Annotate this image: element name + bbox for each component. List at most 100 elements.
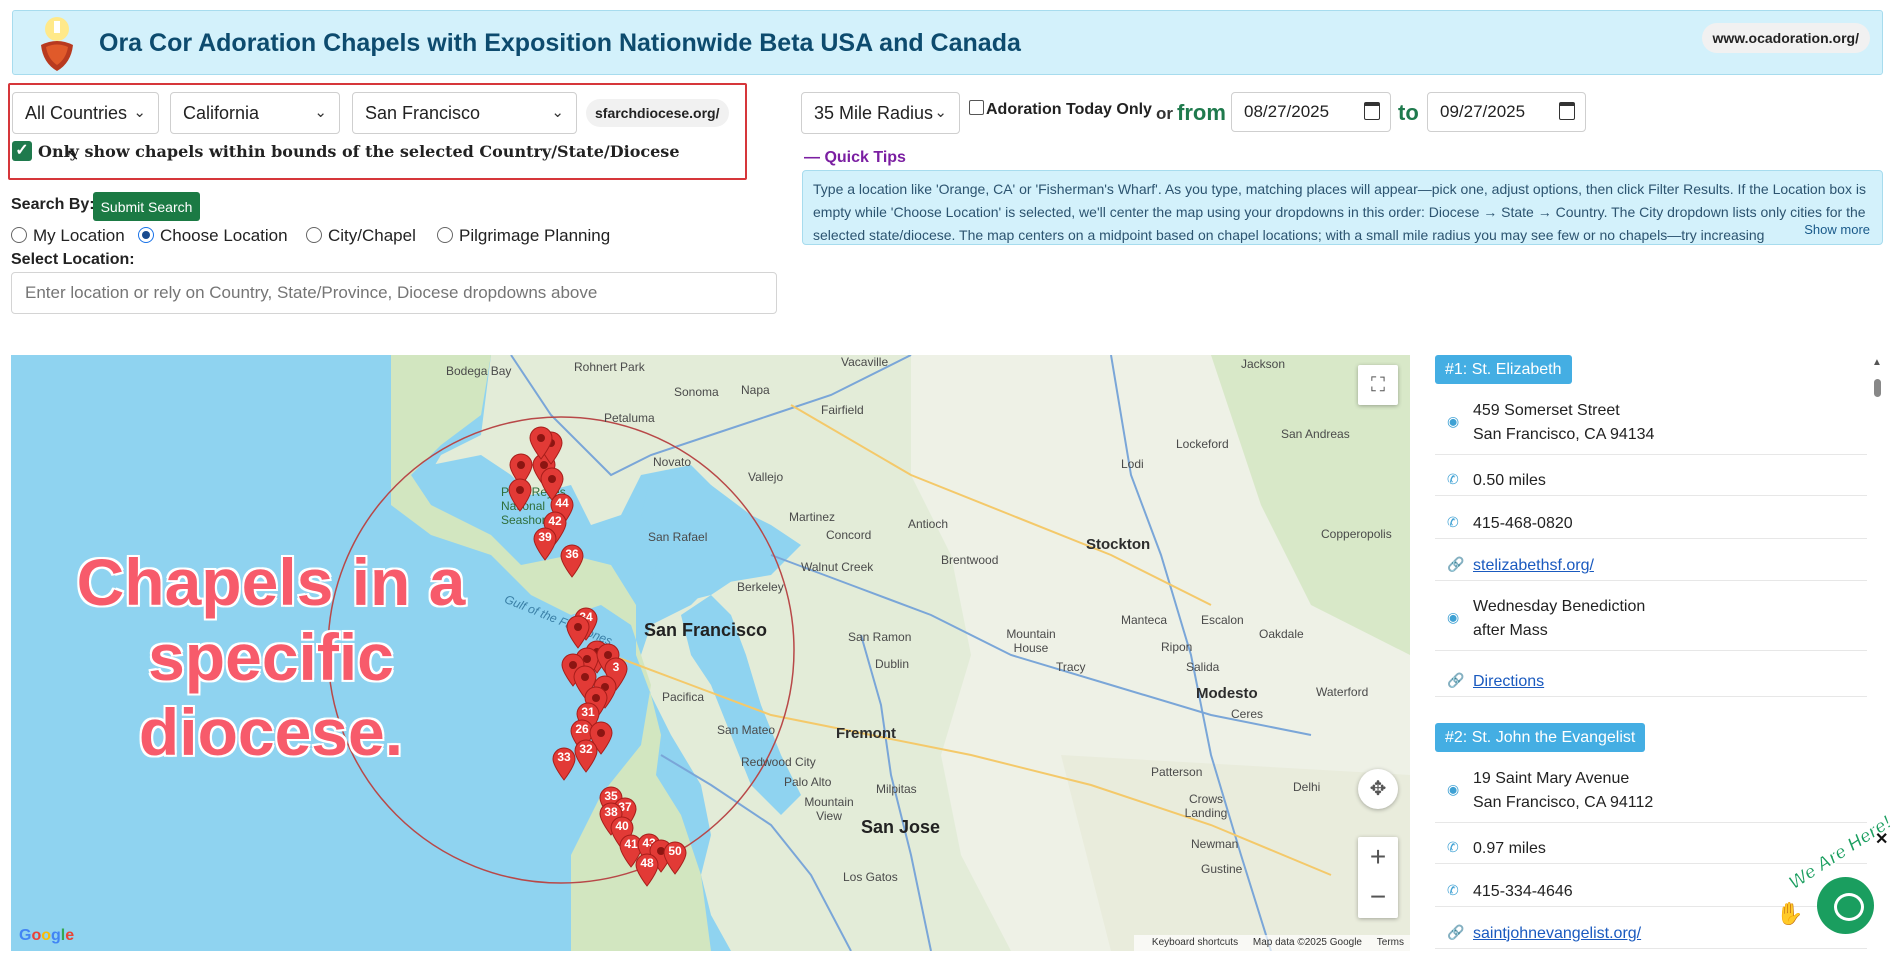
radio-selected-icon[interactable] [138, 227, 154, 243]
phone-text: 415-468-0820 [1473, 515, 1573, 532]
result-website-1[interactable]: 🔗 stelizabethsf.org/ [1435, 550, 1867, 581]
result-title-1[interactable]: #1: St. Elizabeth [1435, 355, 1572, 384]
scroll-up-icon[interactable]: ▲ [1872, 357, 1882, 368]
radio-label: City/Chapel [328, 226, 416, 245]
quick-tips-text: Type a location like 'Orange, CA' or 'Fi… [813, 181, 1866, 243]
result-phone-1: ✆ 415-468-0820 [1435, 508, 1867, 539]
country-select[interactable]: All Countries ⌄ [12, 92, 159, 134]
radio-choose-location[interactable]: Choose Location [138, 226, 288, 246]
radio-icon[interactable] [11, 227, 27, 243]
chapel-marker[interactable]: 36 [560, 544, 584, 578]
map-label-lodi: Lodi [1121, 457, 1144, 471]
results-scrollbar[interactable]: ▲ [1870, 355, 1884, 951]
result-directions-1[interactable]: 🔗 Directions [1435, 666, 1867, 697]
map-label-martinez: Martinez [789, 510, 836, 524]
site-link[interactable]: www.ocadoration.org/ [1701, 23, 1870, 53]
calendar-icon[interactable] [1364, 102, 1380, 120]
zoom-out-icon[interactable]: − [1358, 877, 1398, 917]
chevron-down-icon: ⌄ [133, 104, 146, 121]
distance-text: 0.50 miles [1473, 472, 1546, 489]
map-label-berkeley: Berkeley [737, 580, 784, 594]
scroll-thumb[interactable] [1874, 379, 1881, 397]
map-label-vallejo: Vallejo [748, 470, 784, 484]
diocese-site-link[interactable]: sfarchdiocese.org/ [586, 99, 729, 127]
map-pin-icon: ◉ [1447, 609, 1460, 625]
result-distance-2: ✆ 0.97 miles [1435, 833, 1867, 864]
chapel-marker-number: 44 [555, 496, 569, 510]
mouse-cursor-icon: ↖ [66, 147, 80, 164]
website-link[interactable]: saintjohnevangelist.org/ [1473, 922, 1641, 946]
state-select-value: California [183, 103, 260, 123]
map-label-stockton: Stockton [1086, 536, 1151, 553]
phone-text: 415-334-4646 [1473, 883, 1573, 900]
chapel-marker[interactable]: 33 [552, 747, 576, 781]
adoration-today-toggle[interactable]: Adoration Today Only [969, 100, 1152, 119]
chapel-marker[interactable]: 32 [574, 739, 598, 773]
chapel-marker[interactable]: 48 [635, 853, 659, 887]
map-label-vacaville: Vacaville [841, 355, 889, 369]
result-note-1: ◉ Wednesday Benediction after Mass [1435, 591, 1867, 651]
link-icon: 🔗 [1447, 672, 1465, 688]
keyboard-shortcuts-link[interactable]: Keyboard shortcuts [1152, 937, 1238, 948]
map[interactable]: Bodega Bay Rohnert Park Sonoma Napa Vaca… [11, 355, 1410, 951]
map-label-modesto: Modesto [1196, 685, 1258, 702]
map-label-ripon: Ripon [1161, 640, 1193, 654]
waving-hand-icon: ✋ [1776, 901, 1804, 926]
sacred-heart-icon [31, 15, 87, 75]
map-label-concord: Concord [826, 528, 872, 542]
state-select[interactable]: California ⌄ [170, 92, 340, 134]
map-label-walnut-creek: Walnut Creek [801, 560, 874, 574]
map-label-antioch: Antioch [908, 517, 949, 531]
from-label: from [1177, 100, 1226, 125]
zoom-control[interactable]: + − [1358, 837, 1398, 918]
phone-icon: ✆ [1447, 839, 1459, 855]
note-line2: after Mass [1473, 622, 1548, 639]
chapel-marker[interactable]: 39 [533, 527, 557, 561]
bounds-checkbox[interactable]: ✓ [12, 141, 32, 161]
zoom-in-icon[interactable]: + [1358, 837, 1398, 877]
radio-city-chapel[interactable]: City/Chapel [306, 226, 416, 246]
website-link[interactable]: stelizabethsf.org/ [1473, 554, 1594, 578]
directions-link[interactable]: Directions [1473, 670, 1544, 694]
chapel-marker-number: 32 [579, 742, 593, 756]
map-label-tracy: Tracy [1056, 660, 1086, 674]
date-from-input[interactable]: 08/27/2025 [1231, 92, 1391, 132]
chapel-marker[interactable] [508, 478, 532, 512]
diocese-select-value: San Francisco [365, 103, 481, 123]
quick-tips-toggle[interactable]: — Quick Tips [804, 149, 906, 167]
location-search-input[interactable] [11, 272, 777, 314]
pan-icon[interactable]: ✥ [1358, 769, 1398, 809]
radio-my-location[interactable]: My Location [11, 226, 125, 246]
radio-icon[interactable] [306, 227, 322, 243]
map-label-sonoma: Sonoma [674, 385, 719, 399]
submit-search-button[interactable]: Submit Search [93, 192, 200, 221]
phone-icon: ✆ [1447, 882, 1459, 898]
terms-link[interactable]: Terms [1377, 937, 1404, 948]
google-logo: Google [19, 927, 75, 944]
map-label-los-gatos: Los Gatos [843, 870, 898, 884]
calendar-icon[interactable] [1559, 102, 1575, 120]
show-more-link[interactable]: Show more [1800, 218, 1874, 241]
chat-bubble-icon[interactable] [1817, 877, 1874, 934]
adoration-today-checkbox[interactable] [969, 100, 984, 115]
date-to-input[interactable]: 09/27/2025 [1427, 92, 1586, 132]
map-label-palo-alto: Palo Alto [784, 775, 832, 789]
map-label-redwood-city: Redwood City [741, 755, 816, 769]
chapel-marker[interactable] [529, 426, 553, 460]
radio-pilgrimage-planning[interactable]: Pilgrimage Planning [437, 226, 610, 246]
map-label-waterford: Waterford [1316, 685, 1369, 699]
radio-icon[interactable] [437, 227, 453, 243]
map-label-delhi: Delhi [1293, 780, 1321, 794]
radius-select[interactable]: 35 Mile Radius ⌄ [801, 92, 960, 134]
adoration-today-label: Adoration Today Only [986, 101, 1152, 118]
chapel-marker-number: 50 [668, 844, 682, 858]
chapel-marker-number: 3 [612, 660, 620, 674]
page-title: Ora Cor Adoration Chapels with Expositio… [99, 29, 1021, 57]
map-label-manteca: Manteca [1121, 613, 1168, 627]
diocese-select[interactable]: San Francisco ⌄ [352, 92, 577, 134]
fullscreen-icon[interactable]: ⛶ [1358, 365, 1398, 405]
result-title-2[interactable]: #2: St. John the Evangelist [1435, 723, 1646, 752]
map-label-rohnert-park: Rohnert Park [574, 360, 645, 374]
chapel-marker-number: 33 [557, 750, 571, 764]
chapel-marker[interactable]: 50 [663, 841, 687, 875]
